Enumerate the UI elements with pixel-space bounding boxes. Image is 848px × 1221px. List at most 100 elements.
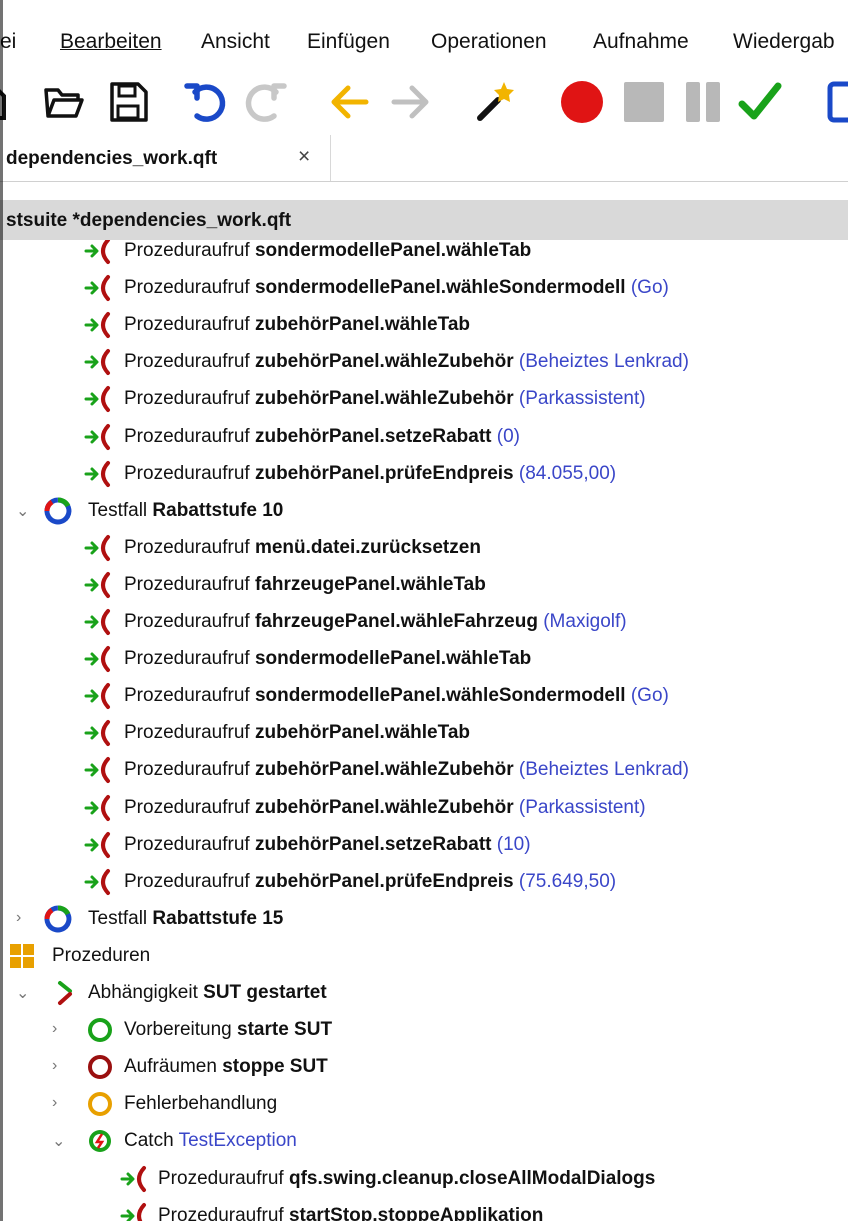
node-name: Rabattstufe 10	[152, 499, 284, 521]
close-icon[interactable]: ×	[298, 145, 310, 169]
tree-row[interactable]: Prozeduraufruf zubehörPanel.wähleTab	[0, 306, 848, 343]
tree-row-label: Prozeduraufruf sondermodellePanel.wähleT…	[124, 648, 531, 670]
node-name: SUT gestartet	[203, 982, 327, 1003]
procedure-call-icon	[84, 348, 112, 376]
tree-row[interactable]: Prozeduraufruf sondermodellePanel.wähleT…	[0, 640, 848, 677]
menu-ansicht[interactable]: Ansicht	[201, 30, 270, 54]
node-type: Prozeduraufruf	[124, 425, 255, 447]
procedure-call-icon	[84, 794, 112, 822]
node-name: zubehörPanel.wähleZubehör	[254, 351, 514, 373]
procedure-call-icon	[84, 240, 112, 265]
tree-row-label: Prozeduraufruf zubehörPanel.prüfeEndprei…	[124, 871, 616, 893]
collapse-chevron-icon[interactable]: ⌄	[52, 1131, 65, 1151]
tree-row[interactable]: Prozeduraufruf qfs.swing.cleanup.closeAl…	[0, 1160, 848, 1197]
expand-chevron-icon[interactable]: ›	[52, 1020, 57, 1038]
menu-einfuegen[interactable]: Einfügen	[307, 30, 390, 54]
node-type: Prozeduraufruf	[158, 1204, 289, 1221]
tree-row[interactable]: Prozeduraufruf zubehörPanel.wähleZubehör…	[0, 380, 848, 417]
tree-row[interactable]: Prozeduraufruf fahrzeugePanel.wähleTab	[0, 566, 848, 603]
node-parameter: (75.649,50)	[513, 870, 617, 892]
tree-row[interactable]: Prozeduraufruf startStop.stoppeApplikati…	[0, 1197, 848, 1221]
expand-chevron-icon[interactable]: ›	[16, 909, 21, 927]
tree-row[interactable]: › Vorbereitung starte SUT	[0, 1011, 848, 1048]
window-icon[interactable]	[826, 78, 848, 126]
tree-row[interactable]: ⌄ Abhängigkeit SUT gestartet	[0, 974, 848, 1011]
node-name: zubehörPanel.prüfeEndpreis	[254, 870, 514, 892]
tree-row[interactable]: Prozeduraufruf sondermodellePanel.wähleS…	[0, 269, 848, 306]
tree-row[interactable]: ⌄ Catch TestException	[0, 1122, 848, 1159]
tree-row[interactable]: › Aufräumen stoppe SUT	[0, 1048, 848, 1085]
tree-row[interactable]: Prozeduraufruf menü.datei.zurücksetzen	[0, 529, 848, 566]
procedure-call-icon	[84, 756, 112, 784]
collapse-chevron-icon[interactable]: ⌄	[16, 983, 29, 1003]
node-name: zubehörPanel.prüfeEndpreis	[254, 462, 514, 484]
tree-row-label: Prozeduraufruf zubehörPanel.setzeRabatt …	[124, 834, 531, 856]
tree-row[interactable]: › Testfall Rabattstufe 15	[0, 900, 848, 937]
procedure-call-icon	[120, 1165, 148, 1193]
tree-row-label: Prozeduraufruf fahrzeugePanel.wähleTab	[124, 574, 486, 596]
tree-row-label: Vorbereitung starte SUT	[124, 1019, 332, 1041]
node-parameter: (84.055,00)	[513, 462, 617, 484]
tree-row[interactable]: Prozeduraufruf sondermodellePanel.wähleS…	[0, 677, 848, 714]
menu-operationen[interactable]: Operationen	[431, 30, 547, 54]
menu-bearbeiten[interactable]: Bearbeiten	[60, 30, 162, 54]
node-type: Prozeduraufruf	[124, 573, 255, 595]
tab-dependencies-work[interactable]: dependencies_work.qft ×	[0, 135, 331, 181]
tree-row[interactable]: Prozeduraufruf zubehörPanel.prüfeEndprei…	[0, 863, 848, 900]
node-name: starte SUT	[237, 1019, 333, 1041]
node-type: Catch	[124, 1130, 179, 1152]
node-type: Prozeduraufruf	[124, 870, 255, 892]
collapse-chevron-icon[interactable]: ⌄	[16, 501, 29, 521]
node-type: Prozeduraufruf	[158, 1167, 289, 1189]
node-type: Prozeduraufruf	[124, 722, 255, 744]
tree-row[interactable]: ⌄ Testfall Rabattstufe 10	[0, 492, 848, 529]
tree-row[interactable]: Prozeduraufruf zubehörPanel.wähleZubehör…	[0, 343, 848, 380]
node-type: Prozeduraufruf	[124, 685, 255, 707]
check-icon[interactable]	[736, 78, 784, 126]
tree-row-label: Prozeduraufruf zubehörPanel.wähleZubehör…	[124, 759, 689, 781]
expand-chevron-icon[interactable]: ›	[52, 1057, 57, 1075]
tree-row-label: Fehlerbehandlung	[124, 1093, 277, 1115]
open-folder-icon[interactable]	[40, 78, 88, 126]
tree-row-label: Aufräumen stoppe SUT	[124, 1056, 328, 1078]
tree-row-label: Testfall Rabattstufe 10	[88, 500, 283, 522]
menu-wiedergabe[interactable]: Wiedergab	[733, 30, 835, 54]
expand-chevron-icon[interactable]: ›	[52, 1094, 57, 1112]
tree-row[interactable]: Prozeduraufruf zubehörPanel.wähleZubehör…	[0, 751, 848, 788]
forward-arrow-icon[interactable]	[386, 78, 434, 126]
tree-row[interactable]: Prozeduraufruf fahrzeugePanel.wähleFahrz…	[0, 603, 848, 640]
tree-row[interactable]: Prozeduraufruf zubehörPanel.wähleTab	[0, 714, 848, 751]
pause-icon[interactable]	[680, 78, 728, 126]
redo-icon[interactable]	[240, 78, 288, 126]
undo-icon[interactable]	[183, 78, 231, 126]
magic-wand-icon[interactable]	[470, 78, 518, 126]
tree-row[interactable]: Prozeduren	[0, 937, 848, 974]
tree-row[interactable]: Prozeduraufruf sondermodellePanel.wähleT…	[0, 240, 848, 269]
node-type: Prozeduraufruf	[124, 611, 255, 632]
tree-row[interactable]: Prozeduraufruf zubehörPanel.setzeRabatt …	[0, 826, 848, 863]
node-name: menü.datei.zurücksetzen	[254, 536, 481, 558]
tree-row[interactable]: Prozeduraufruf zubehörPanel.setzeRabatt …	[0, 418, 848, 455]
stop-icon[interactable]	[620, 78, 668, 126]
tree-row[interactable]: Prozeduraufruf zubehörPanel.prüfeEndprei…	[0, 455, 848, 492]
tree-row-label: Prozeduraufruf zubehörPanel.wähleZubehör…	[124, 797, 646, 819]
back-arrow-icon[interactable]	[326, 78, 374, 126]
tree-row-label: Catch TestException	[124, 1130, 297, 1152]
tree-row-label: Prozeduraufruf zubehörPanel.wähleZubehör…	[124, 388, 646, 410]
tree-row[interactable]: Prozeduraufruf zubehörPanel.wähleZubehör…	[0, 789, 848, 826]
procedure-call-icon	[84, 534, 112, 562]
tree-row[interactable]: › Fehlerbehandlung	[0, 1085, 848, 1122]
cleanup-icon	[86, 1053, 114, 1081]
tree-root-header[interactable]: stsuite *dependencies_work.qft	[0, 200, 848, 240]
procedure-call-icon	[84, 274, 112, 302]
record-icon[interactable]	[558, 78, 606, 126]
menu-aufnahme[interactable]: Aufnahme	[593, 30, 689, 54]
procedure-call-icon	[84, 831, 112, 859]
tree-row-label: Prozeduraufruf fahrzeugePanel.wähleFahrz…	[124, 611, 627, 633]
node-name: zubehörPanel.wähleZubehör	[254, 759, 514, 781]
tree-row-label: Testfall Rabattstufe 15	[88, 908, 283, 930]
node-parameter: (Maxigolf)	[537, 611, 627, 632]
save-icon[interactable]	[104, 78, 152, 126]
tree-row-label: Prozeduraufruf sondermodellePanel.wähleT…	[124, 240, 531, 262]
node-parameter: (Go)	[625, 685, 669, 707]
